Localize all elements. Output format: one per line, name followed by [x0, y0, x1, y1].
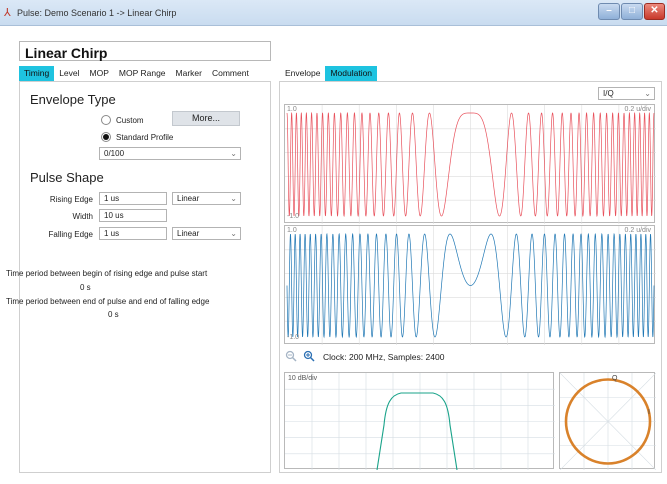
polar-label-q: Q: [612, 375, 618, 382]
rising-edge-shape: Linear: [177, 194, 200, 203]
polar-chart: [560, 373, 656, 470]
rise-start-value: 0 s: [80, 283, 91, 292]
fall-end-value: 0 s: [108, 310, 119, 319]
minimize-icon: –: [606, 5, 612, 16]
q-signal-chart: [285, 226, 656, 345]
left-tab-bar: Timing Level MOP MOP Range Marker Commen…: [19, 66, 254, 81]
polar-plot: Q I: [559, 372, 656, 470]
spectrum-plot: 10 dB/div: [284, 372, 555, 470]
custom-label: Custom: [116, 116, 144, 125]
spectrum-chart: [285, 373, 555, 470]
custom-radio[interactable]: [101, 115, 111, 125]
falling-edge-label: Falling Edge: [48, 230, 93, 239]
view-mode-value: I/Q: [603, 89, 614, 98]
close-button[interactable]: ✕: [644, 3, 665, 20]
close-icon: ✕: [650, 5, 659, 16]
standard-profile-radio[interactable]: [101, 132, 111, 142]
tab-modulation[interactable]: Modulation: [325, 66, 378, 81]
pulse-shape-title: Pulse Shape: [30, 170, 104, 185]
rising-edge-label: Rising Edge: [49, 195, 93, 204]
i-signal-plot: 1.0 -1.0 0.2 u/div: [284, 104, 656, 224]
spectrum-trace: [376, 392, 458, 470]
timing-panel: Envelope Type Custom More... Standard Pr…: [6, 81, 271, 473]
q-scale-bottom: -1.0: [287, 334, 300, 341]
chevron-down-icon: ⌄: [230, 229, 237, 238]
q-scale-div: 0.2 u/div: [624, 227, 651, 234]
i-scale-top: 1.0: [287, 106, 297, 113]
i-scale-bottom: -1.0: [287, 213, 300, 220]
q-scale-top: 1.0: [287, 227, 297, 234]
modulation-panel: I/Q ⌄ 1.0 -1.0 0.2 u/div 1.0 -1.0 0.2 u/…: [279, 81, 662, 473]
chevron-down-icon: ⌄: [230, 149, 237, 158]
tab-mop-range[interactable]: MOP Range: [114, 66, 171, 81]
envelope-type-title: Envelope Type: [30, 92, 116, 107]
falling-edge-shape-select[interactable]: Linear ⌄: [172, 227, 241, 240]
maximize-icon: □: [628, 5, 636, 16]
tab-timing[interactable]: Timing: [19, 66, 55, 81]
title-bar: ⅄ Pulse: Demo Scenario 1 -> Linear Chirp…: [0, 0, 667, 26]
polar-label-i: I: [648, 409, 650, 416]
chevron-down-icon: ⌄: [230, 194, 237, 203]
minimize-button[interactable]: –: [598, 3, 620, 20]
i-scale-div: 0.2 u/div: [624, 106, 651, 113]
rising-edge-input[interactable]: 1 us: [99, 192, 167, 205]
pulse-name: Linear Chirp: [25, 45, 108, 61]
standard-profile-label: Standard Profile: [116, 133, 174, 142]
spectrum-scale-div: 10 dB/div: [288, 375, 318, 382]
window-title: Pulse: Demo Scenario 1 -> Linear Chirp: [17, 8, 177, 18]
app-icon: ⅄: [4, 7, 11, 19]
fall-end-text: Time period between end of pulse and end…: [6, 297, 210, 306]
tab-comment[interactable]: Comment: [207, 66, 254, 81]
rising-edge-shape-select[interactable]: Linear ⌄: [172, 192, 241, 205]
tab-level[interactable]: Level: [54, 66, 84, 81]
tab-marker[interactable]: Marker: [171, 66, 207, 81]
zoom-in-icon[interactable]: [303, 350, 315, 362]
width-input[interactable]: 10 us: [99, 209, 167, 222]
pulse-name-field[interactable]: Linear Chirp: [19, 41, 271, 61]
falling-edge-shape: Linear: [177, 229, 200, 238]
width-label: Width: [72, 212, 93, 221]
maximize-button[interactable]: □: [621, 3, 643, 20]
profile-value: 0/100: [104, 149, 125, 158]
profile-select[interactable]: 0/100 ⌄: [99, 147, 241, 160]
i-signal-chart: [285, 105, 656, 224]
tab-envelope[interactable]: Envelope: [280, 66, 325, 81]
zoom-out-icon[interactable]: [285, 350, 297, 362]
q-signal-plot: 1.0 -1.0 0.2 u/div: [284, 225, 656, 345]
falling-edge-input[interactable]: 1 us: [99, 227, 167, 240]
rise-start-text: Time period between begin of rising edge…: [6, 269, 208, 278]
view-mode-select[interactable]: I/Q ⌄: [598, 87, 655, 100]
tab-mop[interactable]: MOP: [85, 66, 114, 81]
more-button[interactable]: More...: [172, 111, 240, 126]
chevron-down-icon: ⌄: [644, 89, 651, 98]
right-tab-bar: Envelope Modulation: [280, 66, 378, 81]
clock-info: Clock: 200 MHz, Samples: 2400: [323, 352, 445, 362]
